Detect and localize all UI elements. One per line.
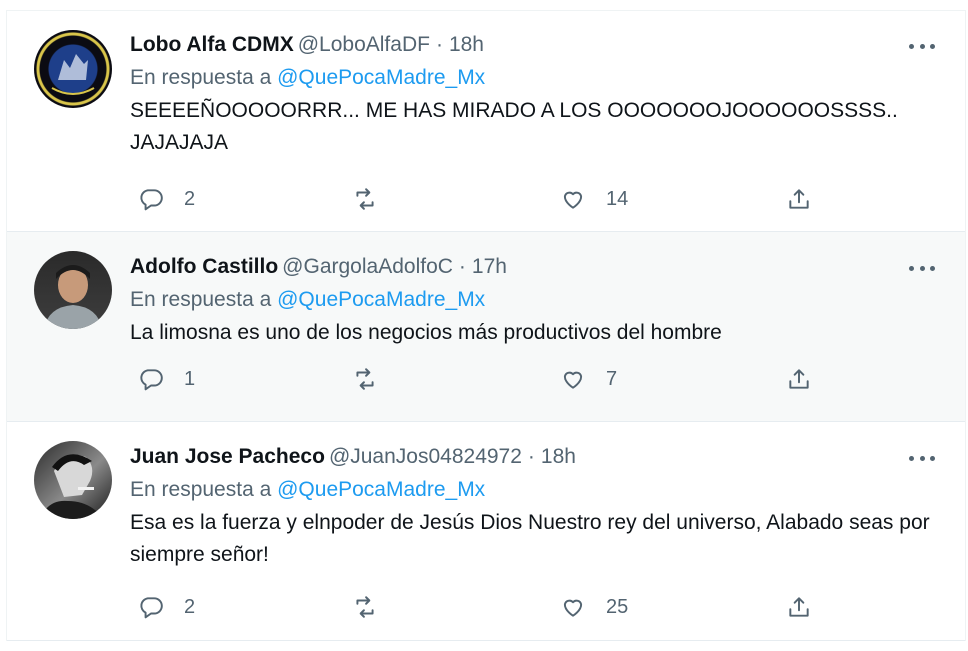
retweet-icon bbox=[356, 596, 374, 618]
more-icon[interactable] bbox=[909, 258, 935, 278]
user-handle[interactable]: @GargolaAdolfoC bbox=[282, 255, 453, 278]
retweet-button[interactable] bbox=[352, 592, 398, 622]
reply-icon bbox=[140, 189, 163, 211]
more-icon[interactable] bbox=[909, 36, 935, 56]
display-name[interactable]: Adolfo Castillo bbox=[130, 255, 278, 278]
tweet-header: Adolfo Castillo @GargolaAdolfoC · 17h bbox=[130, 252, 935, 282]
like-count: 7 bbox=[606, 367, 618, 390]
reply-button[interactable]: 1 bbox=[138, 364, 195, 394]
avatar[interactable] bbox=[34, 30, 112, 108]
reply-icon bbox=[140, 369, 163, 391]
like-button[interactable]: 14 bbox=[560, 184, 628, 214]
more-icon[interactable] bbox=[909, 448, 935, 468]
reply-button[interactable]: 2 bbox=[138, 592, 195, 622]
reply-icon bbox=[140, 597, 163, 619]
share-icon bbox=[789, 369, 809, 389]
like-count: 25 bbox=[606, 595, 629, 618]
tweet[interactable]: Adolfo Castillo @GargolaAdolfoC · 17h En re… bbox=[7, 232, 965, 422]
user-handle[interactable]: @JuanJos04824972 bbox=[329, 445, 522, 468]
reply-prefix: En respuesta a bbox=[130, 288, 272, 311]
like-button[interactable]: 25 bbox=[560, 592, 628, 622]
reply-context: En respuesta a @QuePocaMadre_Mx bbox=[130, 475, 935, 505]
tweet-replies-feed: Lobo Alfa CDMX @LoboAlfaDF · 18h En respues… bbox=[6, 10, 966, 641]
share-icon bbox=[789, 189, 809, 209]
mention-link[interactable]: @QuePocaMadre_Mx bbox=[277, 66, 485, 89]
share-button[interactable] bbox=[786, 184, 812, 214]
tweet-actions: 2 25 bbox=[130, 592, 830, 622]
heart-icon bbox=[563, 371, 583, 389]
timestamp[interactable]: 17h bbox=[472, 255, 507, 278]
mention-link[interactable]: @QuePocaMadre_Mx bbox=[277, 288, 485, 311]
tweet-actions: 2 14 bbox=[130, 184, 830, 214]
tweet-content: Juan Jose Pacheco @JuanJos04824972 · 18h En… bbox=[130, 442, 935, 571]
share-button[interactable] bbox=[786, 592, 812, 622]
mention-link[interactable]: @QuePocaMadre_Mx bbox=[277, 478, 485, 501]
retweet-icon bbox=[356, 188, 374, 210]
timestamp[interactable]: 18h bbox=[449, 33, 484, 56]
tweet[interactable]: Lobo Alfa CDMX @LoboAlfaDF · 18h En respues… bbox=[7, 11, 965, 232]
tweet-header: Juan Jose Pacheco @JuanJos04824972 · 18h bbox=[130, 442, 935, 472]
reply-context: En respuesta a @QuePocaMadre_Mx bbox=[130, 63, 935, 93]
avatar[interactable] bbox=[34, 441, 112, 519]
reply-button[interactable]: 2 bbox=[138, 184, 195, 214]
tweet-content: Lobo Alfa CDMX @LoboAlfaDF · 18h En respues… bbox=[130, 30, 935, 159]
tweet-text: SEEEEÑOOOOORRR... ME HAS MIRADO A LOS OO… bbox=[130, 99, 898, 154]
tweet-text: La limosna es uno de los negocios más pr… bbox=[130, 321, 722, 344]
timestamp[interactable]: 18h bbox=[541, 445, 576, 468]
retweet-icon bbox=[356, 368, 374, 390]
user-photo-icon bbox=[40, 454, 104, 519]
like-count: 14 bbox=[606, 187, 629, 210]
reply-count: 2 bbox=[184, 595, 196, 618]
avatar[interactable] bbox=[34, 251, 112, 329]
reply-prefix: En respuesta a bbox=[130, 66, 272, 89]
retweet-button[interactable] bbox=[352, 184, 398, 214]
tweet-content: Adolfo Castillo @GargolaAdolfoC · 17h En re… bbox=[130, 252, 935, 349]
user-photo-icon bbox=[44, 265, 102, 329]
separator-dot: · bbox=[527, 445, 535, 468]
wolf-logo-icon bbox=[51, 54, 95, 95]
separator-dot: · bbox=[435, 33, 443, 56]
heart-icon bbox=[563, 599, 583, 617]
reply-context: En respuesta a @QuePocaMadre_Mx bbox=[130, 285, 935, 315]
tweet-header: Lobo Alfa CDMX @LoboAlfaDF · 18h bbox=[130, 30, 935, 60]
reply-count: 2 bbox=[184, 187, 196, 210]
share-button[interactable] bbox=[786, 364, 812, 394]
retweet-button[interactable] bbox=[352, 364, 398, 394]
display-name[interactable]: Lobo Alfa CDMX bbox=[130, 33, 294, 56]
share-icon bbox=[789, 597, 809, 617]
reply-prefix: En respuesta a bbox=[130, 478, 272, 501]
tweet[interactable]: Juan Jose Pacheco @JuanJos04824972 · 18h En… bbox=[7, 422, 965, 641]
separator-dot: · bbox=[458, 255, 466, 278]
display-name[interactable]: Juan Jose Pacheco bbox=[130, 445, 325, 468]
user-handle[interactable]: @LoboAlfaDF bbox=[298, 33, 430, 56]
tweet-text: Esa es la fuerza y elnpoder de Jesús Dio… bbox=[130, 511, 930, 566]
reply-count: 1 bbox=[184, 367, 196, 390]
tweet-actions: 1 7 bbox=[130, 364, 830, 394]
heart-icon bbox=[563, 191, 583, 209]
like-button[interactable]: 7 bbox=[560, 364, 617, 394]
